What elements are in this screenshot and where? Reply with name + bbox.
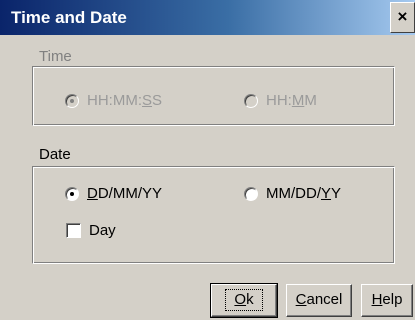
day-checkbox[interactable]: Day [66,222,116,239]
radio-label-mmddyy: MM/DD/YY [266,185,342,202]
radio-date-mmddyy[interactable]: MM/DD/YY [244,185,341,202]
radio-time-hhmmss[interactable]: HH:MM:SS [65,92,162,109]
time-group-label: Time [39,48,72,65]
radio-time-hhmm[interactable]: HH:MM [244,92,317,109]
day-checkbox-label: Day [89,222,116,239]
radio-button-icon [244,186,258,201]
help-button[interactable]: Help [361,284,413,317]
radio-date-ddmmyy[interactable]: DD/MM/YY [65,185,162,202]
date-group-label: Date [39,146,71,163]
checkbox-icon [66,223,81,238]
radio-label-ddmmyy: DD/MM/YY [87,185,163,202]
close-button[interactable]: × [390,2,415,33]
time-and-date-dialog: Time and Date × Time HH:MM:SS HH:MM Date… [0,0,415,320]
cancel-button[interactable]: Cancel [286,284,352,317]
radio-label-hhmm: HH:MM [266,92,317,109]
close-icon: × [397,7,408,26]
window-title: Time and Date [11,8,127,27]
date-group-box [32,166,395,264]
ok-button[interactable]: Ok [210,283,278,318]
radio-button-icon [244,93,258,108]
radio-label-hhmmss: HH:MM:SS [87,92,163,109]
title-bar[interactable]: Time and Date [0,0,415,35]
radio-button-icon [65,93,79,108]
radio-button-icon [65,186,79,201]
